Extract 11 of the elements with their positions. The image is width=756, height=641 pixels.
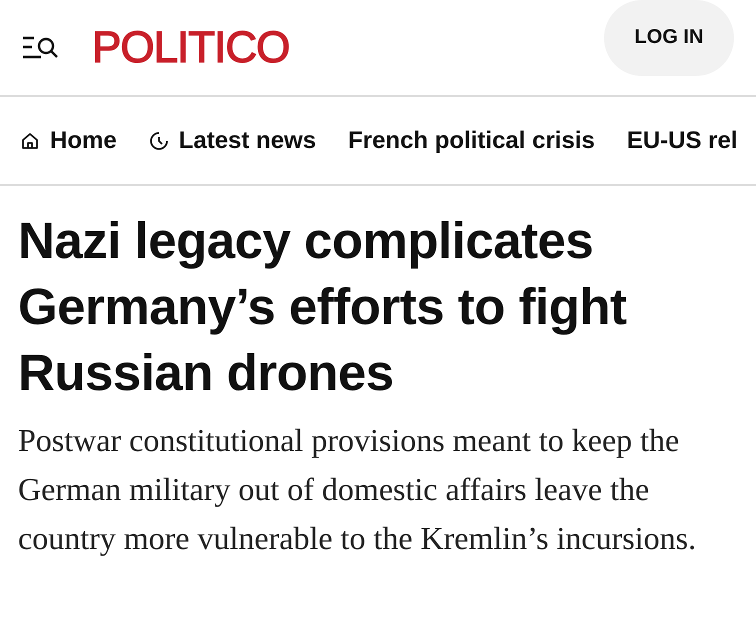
login-button[interactable]: LOG IN xyxy=(604,0,734,76)
nav-link[interactable]: Latest news xyxy=(148,126,316,154)
headline: Nazi legacy complicates Germany’s efforts to fight Russian drones xyxy=(18,211,628,403)
article-summary: Postwar constitutional provisions meant to keep the German military out of domestic affairs leave the country more vulnerable to the Kremlin’s incursions. xyxy=(18,421,698,558)
search-menu-icon[interactable] xyxy=(22,34,60,60)
nav-link[interactable]: Home xyxy=(20,126,117,154)
nav-link[interactable]: EU-US rel xyxy=(626,126,738,154)
home-icon xyxy=(20,130,40,150)
clock-icon xyxy=(148,130,169,150)
logo[interactable]: POLITICO xyxy=(92,22,290,72)
nav-link[interactable]: French political crisis xyxy=(348,126,595,154)
